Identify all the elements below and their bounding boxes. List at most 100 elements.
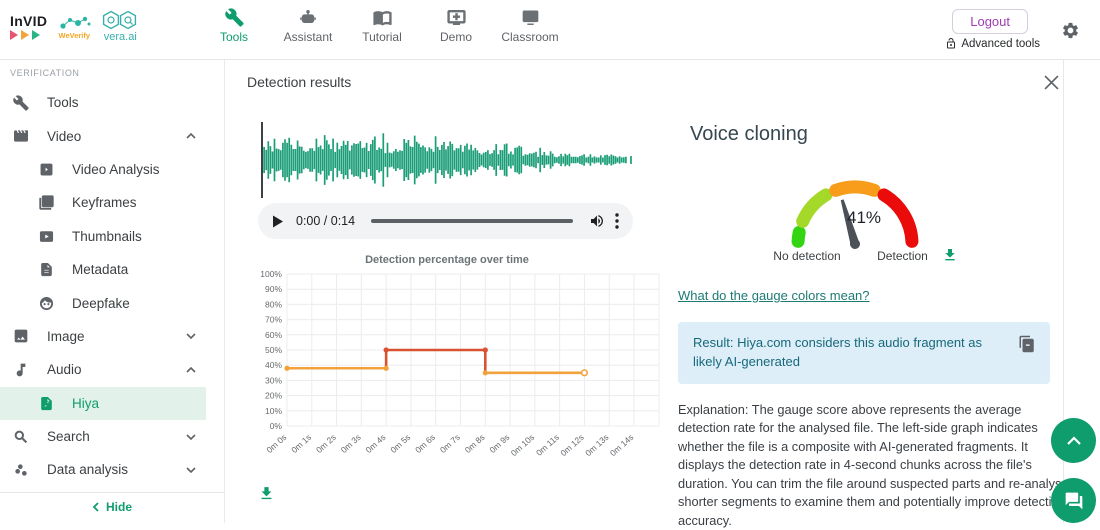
sidebar-item-tools[interactable]: Tools	[0, 86, 224, 119]
audio-waveform[interactable]	[259, 122, 635, 198]
advanced-tools-label: Advanced tools	[961, 38, 1040, 50]
vera-logo-text: vera.ai	[101, 32, 139, 43]
sidebar-hide-button[interactable]: Hide	[0, 492, 224, 522]
sidebar-item-search[interactable]: Search	[0, 420, 224, 453]
scroll-top-button[interactable]	[1051, 418, 1096, 463]
nav-demo-label: Demo	[440, 30, 472, 44]
close-icon	[1044, 75, 1059, 90]
gauge-colors-link[interactable]: What do the gauge colors mean?	[678, 288, 870, 303]
svg-text:0m 12s: 0m 12s	[558, 432, 585, 458]
nav-classroom[interactable]: Classroom	[501, 8, 559, 44]
audio-file-icon	[37, 394, 55, 412]
player-time: 0:00 / 0:14	[296, 214, 355, 228]
film-icon	[12, 127, 30, 145]
sidebar-item-label: Tools	[47, 95, 79, 110]
nav-tools[interactable]: Tools	[205, 8, 263, 44]
copy-result-button[interactable]	[1018, 334, 1038, 354]
chevron-down-icon	[186, 467, 196, 473]
result-box: Result: Hiya.com considers this audio fr…	[678, 322, 1050, 384]
sidebar-item-label: Keyframes	[72, 195, 137, 210]
document-icon	[37, 261, 55, 279]
demo-screen-icon	[447, 8, 466, 27]
nav-demo[interactable]: Demo	[427, 8, 485, 44]
chevron-left-icon	[92, 502, 99, 512]
vera-hexagons-icon	[101, 10, 139, 31]
sidebar-item-hiya[interactable]: Hiya	[0, 387, 206, 420]
download-icon	[258, 485, 275, 502]
kebab-menu-icon	[615, 213, 619, 229]
player-menu-button[interactable]	[615, 213, 619, 229]
voice-cloning-heading: Voice cloning	[690, 123, 808, 146]
nav-tutorial[interactable]: Tutorial	[353, 8, 411, 44]
panel-title: Detection results	[247, 74, 351, 90]
explanation-text: Explanation: The gauge score above repre…	[678, 401, 1072, 530]
svg-text:80%: 80%	[265, 299, 282, 309]
svg-text:0m 14s: 0m 14s	[608, 432, 635, 458]
settings-button[interactable]	[1061, 21, 1080, 40]
sidebar-item-deepfake[interactable]: Deepfake	[0, 286, 224, 319]
result-text: Result: Hiya.com considers this audio fr…	[693, 335, 982, 369]
logout-button[interactable]: Logout	[952, 9, 1028, 34]
nav-tutorial-label: Tutorial	[362, 30, 402, 44]
sidebar-item-video[interactable]: Video	[0, 119, 224, 152]
logo-group[interactable]: InVID WeVerify ver	[10, 10, 139, 43]
sidebar: VERIFICATION Tools Video Video Analysis …	[0, 60, 225, 523]
video-analysis-icon	[37, 160, 55, 178]
audio-player[interactable]: 0:00 / 0:14	[258, 203, 633, 239]
feedback-chat-button[interactable]	[1051, 478, 1096, 523]
advanced-tools-toggle[interactable]: Advanced tools	[945, 37, 1040, 50]
wrench-icon	[12, 94, 30, 112]
scatter-icon	[12, 461, 30, 479]
sidebar-item-label: Video	[47, 129, 81, 144]
svg-text:30%: 30%	[265, 375, 282, 385]
sidebar-item-label: Data analysis	[47, 462, 128, 477]
sidebar-item-data-analysis[interactable]: Data analysis	[0, 453, 224, 486]
play-icon	[272, 215, 284, 228]
sidebar-item-thumbnails[interactable]: Thumbnails	[0, 220, 224, 253]
chat-icon	[1064, 491, 1084, 511]
svg-text:0m 1s: 0m 1s	[289, 432, 313, 455]
music-note-icon	[12, 361, 30, 379]
play-button[interactable]	[272, 215, 284, 228]
volume-icon	[589, 213, 605, 229]
sidebar-item-image[interactable]: Image	[0, 320, 224, 353]
gauge-detection-label: Detection	[865, 249, 940, 263]
svg-text:100%: 100%	[260, 269, 282, 279]
svg-text:0m 9s: 0m 9s	[488, 432, 512, 455]
svg-text:10%: 10%	[265, 406, 282, 416]
svg-text:0m 13s: 0m 13s	[583, 432, 610, 458]
sidebar-section-label: VERIFICATION	[0, 60, 224, 86]
chart-download-button[interactable]	[258, 483, 278, 503]
keyframes-icon	[37, 194, 55, 212]
player-progress-bar[interactable]	[371, 219, 573, 223]
app-header: InVID WeVerify ver	[0, 0, 1100, 60]
sidebar-item-label: Hiya	[72, 396, 99, 411]
svg-text:41%: 41%	[847, 208, 881, 227]
classroom-icon	[521, 8, 540, 27]
svg-text:90%: 90%	[265, 284, 282, 294]
svg-text:0m 8s: 0m 8s	[463, 432, 487, 455]
sidebar-item-audio[interactable]: Audio	[0, 353, 224, 386]
gauge-download-button[interactable]	[942, 246, 960, 264]
vera-logo: vera.ai	[101, 10, 139, 43]
sidebar-item-video-analysis[interactable]: Video Analysis	[0, 153, 224, 186]
nav-assistant[interactable]: Assistant	[279, 8, 337, 44]
lock-open-icon	[945, 37, 957, 50]
voice-cloning-gauge: 41%	[775, 166, 935, 250]
svg-text:70%: 70%	[265, 315, 282, 325]
sidebar-hide-label: Hide	[106, 500, 132, 514]
gear-icon	[1061, 21, 1080, 40]
nav-tools-label: Tools	[220, 30, 248, 44]
wrench-icon	[225, 8, 244, 27]
weverify-dots-icon	[56, 14, 92, 32]
svg-text:50%: 50%	[265, 345, 282, 355]
download-icon	[942, 247, 958, 263]
sidebar-item-keyframes[interactable]: Keyframes	[0, 186, 224, 219]
sidebar-item-label: Thumbnails	[72, 229, 142, 244]
invid-triangles-icon	[10, 30, 47, 40]
sidebar-item-label: Search	[47, 429, 90, 444]
sidebar-item-metadata[interactable]: Metadata	[0, 253, 224, 286]
volume-button[interactable]	[589, 213, 605, 229]
sidebar-item-label: Metadata	[72, 262, 128, 277]
invid-logo: InVID	[10, 14, 47, 40]
